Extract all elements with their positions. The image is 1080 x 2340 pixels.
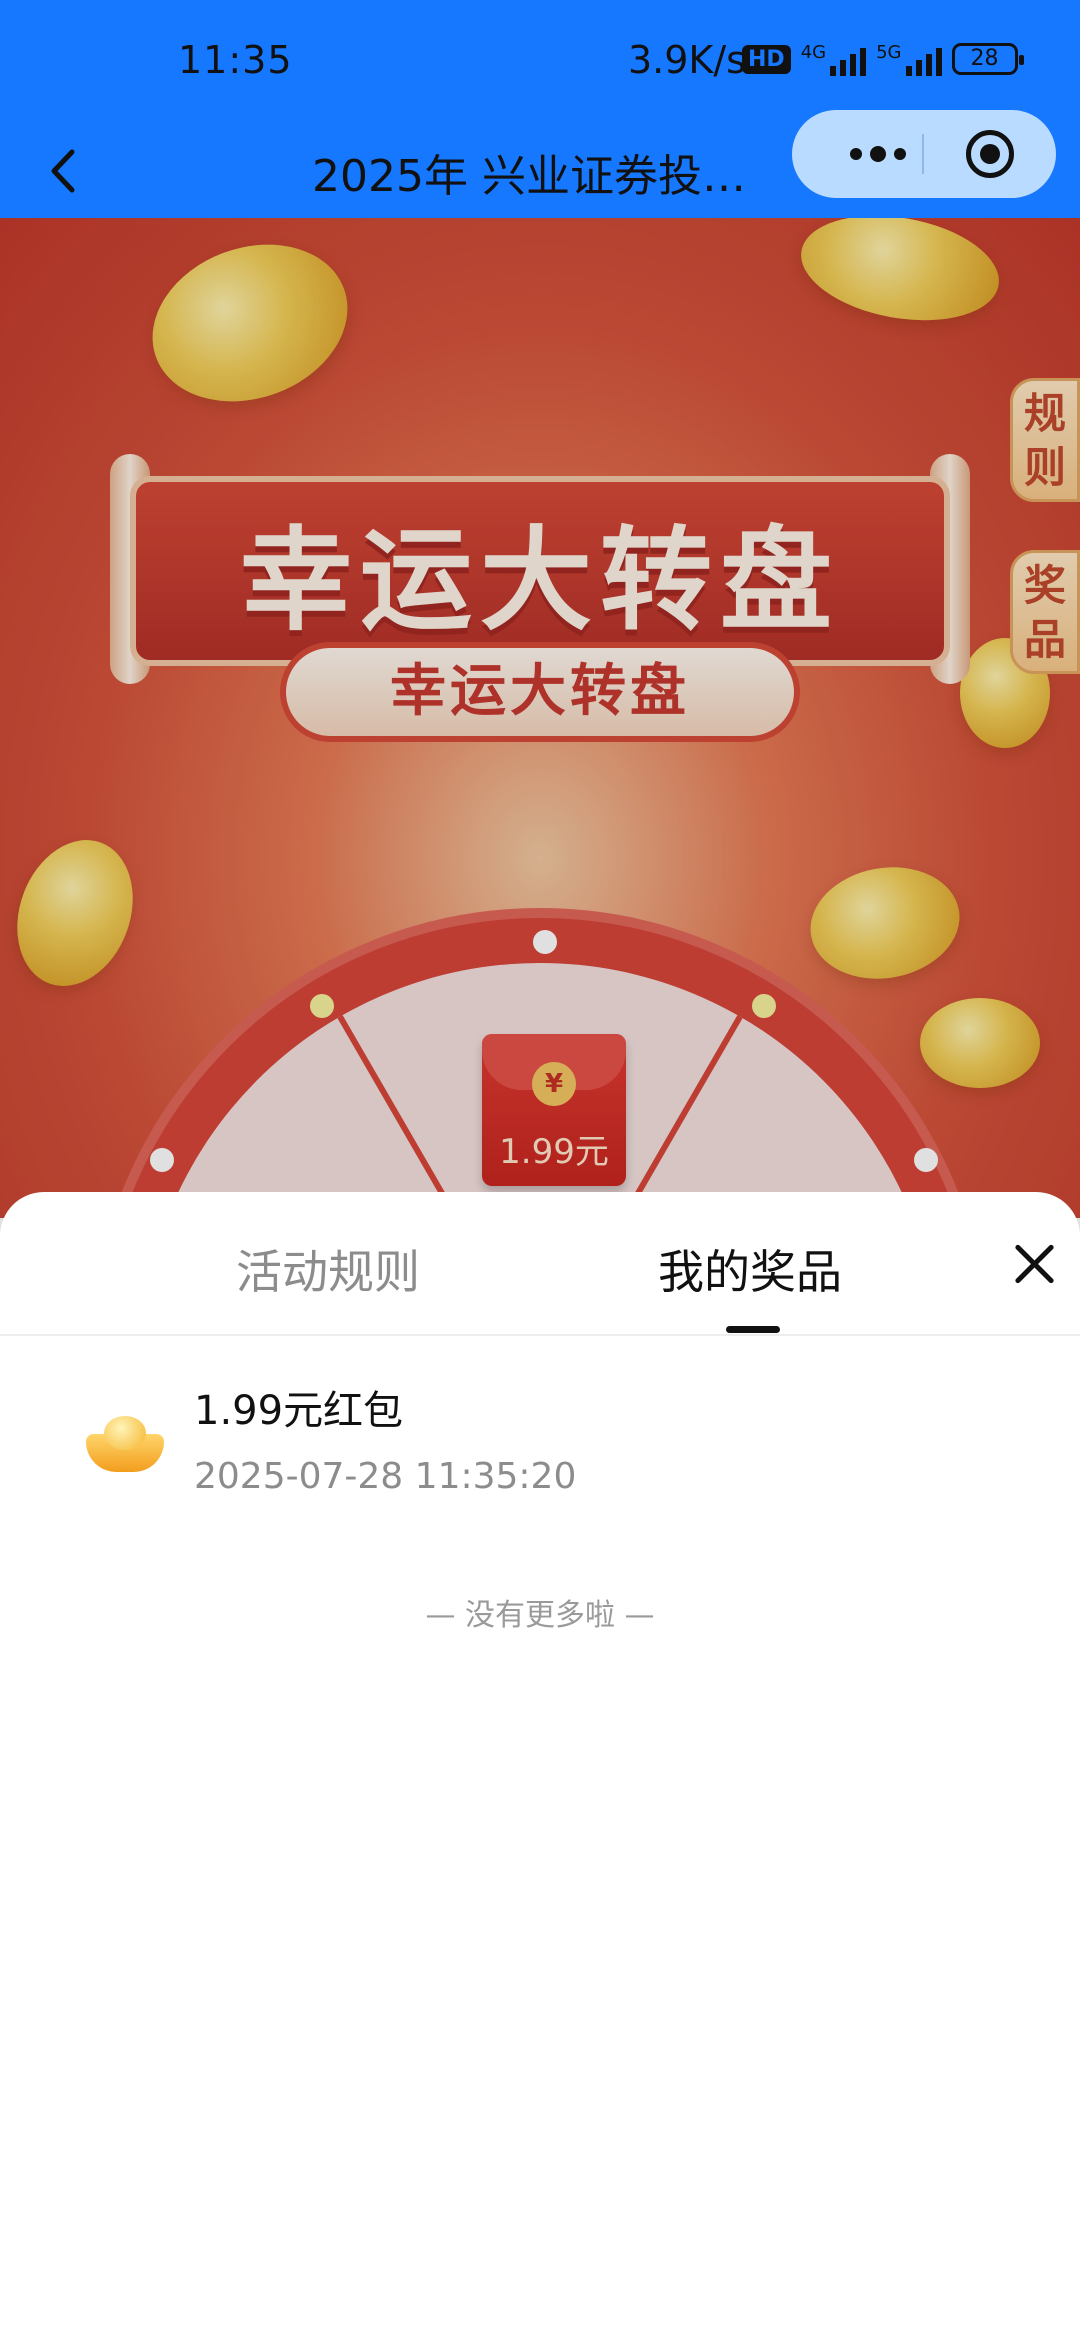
prize-list-item: 1.99元红包 2025-07-28 11:35:20 xyxy=(0,1372,1080,1522)
miniprogram-capsule xyxy=(792,110,1056,198)
signal-5g-icon xyxy=(905,42,942,76)
close-miniprogram-icon[interactable] xyxy=(966,130,1014,178)
close-icon[interactable] xyxy=(1010,1240,1058,1288)
status-indicators: HD 4G 5G 28 xyxy=(742,41,1024,76)
network-5g-label: 5G xyxy=(876,41,902,63)
status-time: 11:35 xyxy=(178,38,293,82)
network-speed: 3.9K/s xyxy=(628,38,746,82)
active-tab-indicator xyxy=(726,1326,780,1333)
signal-4g-icon xyxy=(830,42,867,76)
capsule-divider xyxy=(922,134,924,174)
gold-ingot-icon xyxy=(86,1412,164,1476)
battery-level: 28 xyxy=(970,46,999,71)
no-more-hint: — 没有更多啦 — xyxy=(425,1598,655,1633)
tab-my-prizes[interactable]: 我的奖品 xyxy=(658,1236,842,1302)
network-4g-label: 4G xyxy=(800,41,827,63)
tab-activity-rules[interactable]: 活动规则 xyxy=(236,1236,420,1302)
more-menu-icon[interactable] xyxy=(828,110,928,198)
battery-icon: 28 xyxy=(951,43,1024,75)
prize-name: 1.99元红包 xyxy=(194,1388,404,1434)
page-title: 2025年 兴业证券投… xyxy=(312,151,746,202)
hd-badge: HD xyxy=(742,44,791,74)
prize-timestamp: 2025-07-28 11:35:20 xyxy=(194,1456,577,1497)
back-arrow-icon[interactable] xyxy=(40,146,90,196)
prizes-bottom-sheet: 活动规则 我的奖品 1.99元红包 2025-07-28 11:35:20 — … xyxy=(0,1192,1080,2340)
tab-divider xyxy=(0,1334,1080,1336)
status-bar: 11:35 3.9K/s HD 4G 5G 28 xyxy=(0,0,1080,122)
